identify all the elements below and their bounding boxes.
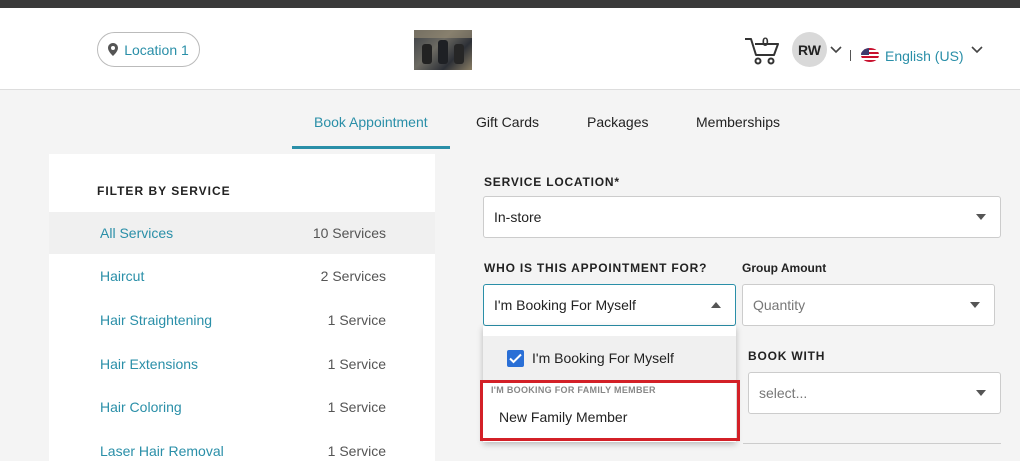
group-amount-select[interactable]: Quantity [742,284,995,326]
divider [850,50,851,61]
language-selector[interactable]: English (US) [885,48,964,64]
sidebar-item-hair-straightening[interactable]: Hair Straightening 1 Service [49,299,435,341]
tab-gift-cards[interactable]: Gift Cards [476,114,539,130]
sidebar-item-laser-hair-removal[interactable]: Laser Hair Removal 1 Service [49,430,435,461]
service-count: 1 Service [327,312,386,328]
service-location-label: SERVICE LOCATION* [484,175,620,189]
caret-down-icon [970,302,980,308]
appointment-for-select[interactable]: I'm Booking For Myself [483,284,736,326]
top-bar [0,0,1020,8]
service-count: 1 Service [327,356,386,372]
caret-down-icon [976,214,986,220]
group-amount-placeholder: Quantity [753,297,806,313]
service-name: Laser Hair Removal [100,443,224,459]
active-tab-indicator [292,146,450,149]
service-filter-sidebar: FILTER BY SERVICE All Services 10 Servic… [49,154,435,461]
appointment-for-label: WHO IS THIS APPOINTMENT FOR? [484,261,708,275]
user-avatar[interactable]: RW [792,32,827,67]
caret-down-icon [976,390,986,396]
header: Location 1 0 RW English (US) [0,8,1020,90]
chevron-down-icon[interactable] [830,46,842,54]
location-button[interactable]: Location 1 [97,32,200,67]
divider [743,443,1001,444]
group-amount-label: Group Amount [742,261,827,275]
tab-book-appointment[interactable]: Book Appointment [314,114,428,130]
chevron-down-icon[interactable] [971,46,983,54]
service-name: Hair Straightening [100,312,213,328]
checkbox-checked-icon [507,349,524,367]
filter-title: FILTER BY SERVICE [97,184,231,198]
tab-packages[interactable]: Packages [587,114,648,130]
service-count: 1 Service [327,399,386,415]
service-location-select[interactable]: In-store [483,196,1001,238]
service-name: Hair Coloring [100,399,182,415]
service-name: Haircut [100,268,145,284]
business-logo[interactable] [414,30,472,70]
sidebar-item-all-services[interactable]: All Services 10 Services [49,212,435,254]
appointment-for-value: I'm Booking For Myself [494,297,636,313]
service-location-value: In-store [494,209,542,225]
location-pin-icon [108,43,119,56]
book-with-placeholder: select... [759,385,808,401]
caret-up-icon [711,302,721,308]
book-with-label: BOOK WITH [748,349,826,363]
tab-memberships[interactable]: Memberships [696,114,780,130]
location-label: Location 1 [124,41,189,58]
cart-count: 0 [762,35,769,49]
service-name: All Services [100,225,174,241]
us-flag-icon [861,48,879,62]
highlight-box [480,380,740,441]
nav-tabs: Book Appointment Gift Cards Packages Mem… [0,90,1020,149]
sidebar-item-hair-coloring[interactable]: Hair Coloring 1 Service [49,386,435,428]
service-count: 1 Service [327,443,386,459]
sidebar-item-haircut[interactable]: Haircut 2 Services [49,255,435,297]
service-count: 2 Services [320,268,386,284]
service-name: Hair Extensions [100,356,199,372]
service-count: 10 Services [312,225,386,241]
option-booking-for-myself[interactable]: I'm Booking For Myself [483,336,736,380]
book-with-select[interactable]: select... [748,372,1001,414]
option-label: I'm Booking For Myself [532,350,674,366]
sidebar-item-hair-extensions[interactable]: Hair Extensions 1 Service [49,343,435,385]
